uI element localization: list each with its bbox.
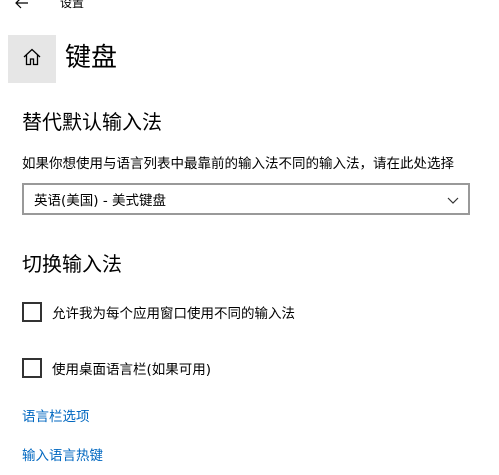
desktop-language-bar-label: 使用桌面语言栏(如果可用) [52, 362, 212, 378]
page-title: 键盘 [65, 43, 118, 73]
per-app-window-checkbox[interactable] [22, 302, 42, 322]
settings-page: 设置 键盘 替代默认输入法 如果你想使用与语言列表中最靠前的输入法不同的输入法，… [0, 0, 499, 475]
override-description: 如果你想使用与语言列表中最靠前的输入法不同的输入法，请在此处选择 [22, 156, 454, 172]
desktop-language-bar-checkbox[interactable] [22, 358, 42, 378]
desktop-language-bar-option[interactable]: 使用桌面语言栏(如果可用) [22, 358, 211, 378]
home-button[interactable] [8, 35, 56, 83]
input-language-hotkeys-link[interactable]: 输入语言热键 [22, 447, 103, 465]
switching-section-heading: 切换输入法 [22, 252, 122, 276]
chevron-down-icon [446, 192, 460, 206]
input-method-dropdown[interactable]: 英语(美国) - 美式键盘 [22, 183, 470, 215]
per-app-window-label: 允许我为每个应用窗口使用不同的输入法 [52, 306, 295, 322]
override-section-heading: 替代默认输入法 [22, 110, 162, 134]
per-app-window-option[interactable]: 允许我为每个应用窗口使用不同的输入法 [22, 302, 295, 322]
back-button[interactable] [10, 0, 34, 14]
window-title: 设置 [60, 0, 85, 10]
dropdown-selected-value: 英语(美国) - 美式键盘 [34, 193, 166, 209]
language-bar-options-link[interactable]: 语言栏选项 [22, 408, 90, 426]
back-arrow-icon [15, 0, 29, 13]
home-icon [22, 47, 42, 71]
